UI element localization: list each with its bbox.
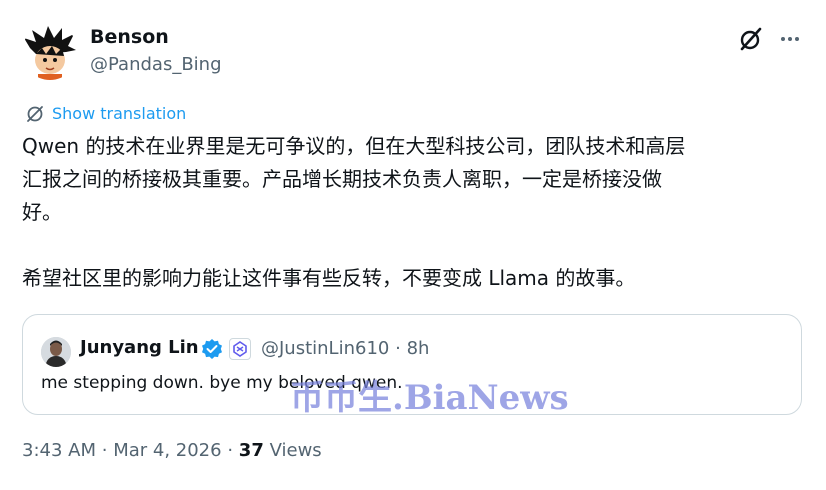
- quoted-author-handle[interactable]: @JustinLin610: [261, 338, 389, 359]
- quoted-meta: @JustinLin610 · 8h: [261, 338, 429, 359]
- tweet-body: Qwen 的技术在业界里是无可争议的，但在大型科技公司，团队技术和高层 汇报之间…: [22, 130, 802, 295]
- views-count: 37: [238, 440, 264, 461]
- footer-separator: ·: [101, 440, 108, 461]
- quoted-time[interactable]: 8h: [407, 338, 430, 359]
- tweet-text-line: 汇报之间的桥接极其重要。产品增长期技术负责人离职，一定是桥接没做: [22, 167, 662, 191]
- quoted-author-avatar[interactable]: [41, 337, 71, 367]
- author-avatar[interactable]: [22, 24, 78, 80]
- author-handle[interactable]: @Pandas_Bing: [90, 54, 222, 75]
- verified-badge-icon: [202, 339, 222, 359]
- tweet-date[interactable]: Mar 4, 2026: [113, 440, 221, 461]
- quoted-author-name[interactable]: Junyang Lin: [80, 337, 199, 358]
- show-translation-label: Show translation: [52, 104, 187, 123]
- quoted-separator: ·: [395, 338, 401, 359]
- goku-avatar-image: [22, 24, 78, 80]
- tweet-text-line: 希望社区里的影响力能让这件事有些反转，不要变成 Llama 的故事。: [22, 266, 636, 290]
- more-options-icon[interactable]: [778, 28, 802, 50]
- tweet-text-line: Qwen 的技术在业界里是无可争议的，但在大型科技公司，团队技术和高层: [22, 134, 686, 158]
- tweet-text-line: 好。: [22, 200, 62, 224]
- translate-icon: [27, 105, 43, 122]
- tweet-time[interactable]: 3:43 AM: [22, 440, 96, 461]
- footer-separator: ·: [227, 440, 234, 461]
- tweet-footer: 3:43 AM · Mar 4, 2026 · 37 Views: [22, 440, 322, 461]
- grok-slash-icon[interactable]: [738, 26, 764, 52]
- views-label: Views: [269, 440, 322, 461]
- author-display-name[interactable]: Benson: [90, 26, 169, 48]
- qwen-affiliate-icon[interactable]: [229, 338, 251, 360]
- tweet-blank-line: [22, 229, 802, 262]
- quoted-avatar-image: [41, 337, 71, 367]
- show-translation-link[interactable]: Show translation: [26, 104, 186, 123]
- bianews-watermark: 币币生.BiaNews: [290, 378, 569, 418]
